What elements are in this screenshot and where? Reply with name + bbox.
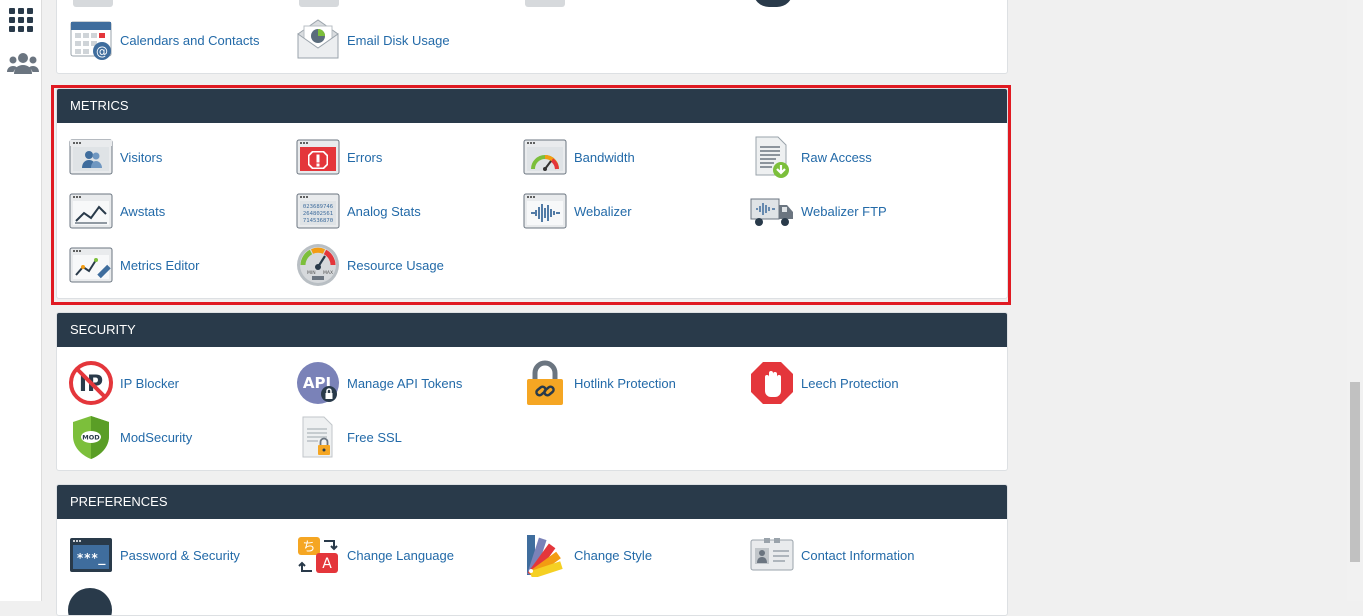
security-panel: SECURITY IP IP Blocker API (56, 312, 1008, 471)
email-disk-usage-link[interactable]: Email Disk Usage (284, 17, 504, 63)
preferences-header: PREFERENCES (57, 485, 1007, 519)
webalizer-ftp-icon (749, 188, 795, 234)
analog-digits-row: 023689746 (303, 204, 333, 210)
modsecurity-label: ModSecurity (120, 429, 193, 445)
contact-information-icon (749, 532, 795, 578)
free-ssl-label: Free SSL (347, 429, 402, 445)
manage-api-tokens-link[interactable]: API Manage API Tokens (284, 360, 504, 406)
change-style-link[interactable]: Change Style (511, 532, 731, 578)
webalizer-label: Webalizer (574, 203, 632, 219)
metrics-editor-label: Metrics Editor (120, 257, 200, 273)
contact-information-label: Contact Information (801, 547, 915, 563)
gauge-min-label: MIN (307, 270, 316, 276)
security-header: SECURITY (57, 313, 1007, 347)
resource-usage-label: Resource Usage (347, 257, 444, 273)
analog-stats-icon: 023689746 264802561 714536870 (295, 188, 341, 234)
cut-off-icon (753, 0, 793, 7)
visitors-icon (68, 134, 114, 180)
leech-protection-icon (749, 360, 795, 406)
resource-usage-icon: MIN MAX (295, 242, 341, 288)
mod-text: MOD (82, 434, 100, 442)
main-content: @ Calendars and Contacts Email Disk Usag… (42, 0, 1347, 616)
leech-protection-label: Leech Protection (801, 375, 899, 391)
bandwidth-link[interactable]: Bandwidth (511, 134, 731, 180)
metrics-header: METRICS (57, 89, 1007, 123)
ip-blocker-icon: IP (68, 360, 114, 406)
manage-api-tokens-label: Manage API Tokens (347, 375, 463, 391)
modsecurity-icon: MOD (68, 414, 114, 460)
gauge-max-label: MAX (323, 270, 333, 276)
modsecurity-link[interactable]: MOD ModSecurity (57, 414, 277, 460)
change-style-icon (522, 532, 568, 578)
cut-off-icon (299, 0, 339, 7)
grid-menu-icon[interactable] (7, 6, 35, 34)
calendar-contacts-icon: @ (68, 17, 114, 63)
webalizer-link[interactable]: Webalizer (511, 188, 731, 234)
analog-digits-row: 714536870 (303, 218, 333, 224)
change-language-icon: ち A (295, 532, 341, 578)
cut-off-icon (73, 0, 113, 7)
cut-off-icon (525, 0, 565, 7)
email-panel: @ Calendars and Contacts Email Disk Usag… (56, 0, 1008, 74)
errors-label: Errors (347, 149, 383, 165)
password-mask-text: ***_ (77, 551, 107, 566)
raw-access-icon (749, 134, 795, 180)
language-glyph: A (322, 556, 332, 572)
hotlink-protection-link[interactable]: Hotlink Protection (511, 360, 731, 406)
awstats-icon (68, 188, 114, 234)
awstats-link[interactable]: Awstats (57, 188, 277, 234)
svg-text:@: @ (96, 45, 108, 59)
analog-digits-row: 264802561 (303, 211, 333, 217)
vertical-scrollbar[interactable] (1347, 0, 1363, 601)
password-security-label: Password & Security (120, 547, 240, 563)
errors-link[interactable]: Errors (284, 134, 504, 180)
bandwidth-label: Bandwidth (574, 149, 635, 165)
calendars-contacts-link[interactable]: @ Calendars and Contacts (57, 17, 277, 63)
raw-access-link[interactable]: Raw Access (738, 134, 958, 180)
free-ssl-link[interactable]: Free SSL (284, 414, 504, 460)
analog-stats-label: Analog Stats (347, 203, 421, 219)
password-security-link[interactable]: ***_ Password & Security (57, 532, 277, 578)
ip-blocker-link[interactable]: IP IP Blocker (57, 360, 277, 406)
users-icon[interactable] (7, 50, 39, 78)
visitors-link[interactable]: Visitors (57, 134, 277, 180)
visitors-label: Visitors (120, 149, 163, 165)
hotlink-protection-label: Hotlink Protection (574, 375, 676, 391)
change-language-label: Change Language (347, 547, 454, 563)
webalizer-ftp-link[interactable]: Webalizer FTP (738, 188, 958, 234)
resource-usage-link[interactable]: MIN MAX Resource Usage (284, 242, 504, 288)
free-ssl-icon (295, 414, 341, 460)
bandwidth-icon (522, 134, 568, 180)
analog-stats-link[interactable]: 023689746 264802561 714536870 Analog Sta… (284, 188, 504, 234)
leech-protection-link[interactable]: Leech Protection (738, 360, 958, 406)
contact-information-link[interactable]: Contact Information (738, 532, 958, 578)
password-security-icon: ***_ (68, 532, 114, 578)
awstats-label: Awstats (120, 203, 166, 219)
raw-access-label: Raw Access (801, 149, 872, 165)
metrics-editor-link[interactable]: Metrics Editor (57, 242, 277, 288)
email-disk-usage-icon (295, 17, 341, 63)
left-sidebar (0, 0, 42, 601)
cut-off-icon (68, 588, 112, 615)
api-tokens-icon: API (295, 360, 341, 406)
errors-icon (295, 134, 341, 180)
change-style-label: Change Style (574, 547, 653, 563)
webalizer-ftp-label: Webalizer FTP (801, 203, 887, 219)
scrollbar-thumb[interactable] (1350, 382, 1360, 562)
change-language-link[interactable]: ち A Change Language (284, 532, 504, 578)
ip-blocker-label: IP Blocker (120, 375, 180, 391)
email-disk-usage-label: Email Disk Usage (347, 32, 450, 48)
calendars-contacts-label: Calendars and Contacts (120, 32, 260, 48)
language-glyph: ち (302, 540, 315, 555)
preferences-panel: PREFERENCES ***_ Password & Security ち A (56, 484, 1008, 616)
metrics-editor-icon (68, 242, 114, 288)
hotlink-protection-icon (522, 360, 568, 406)
webalizer-icon (522, 188, 568, 234)
metrics-panel: METRICS Visitors Errors Bandwidth Raw Ac… (56, 88, 1008, 299)
